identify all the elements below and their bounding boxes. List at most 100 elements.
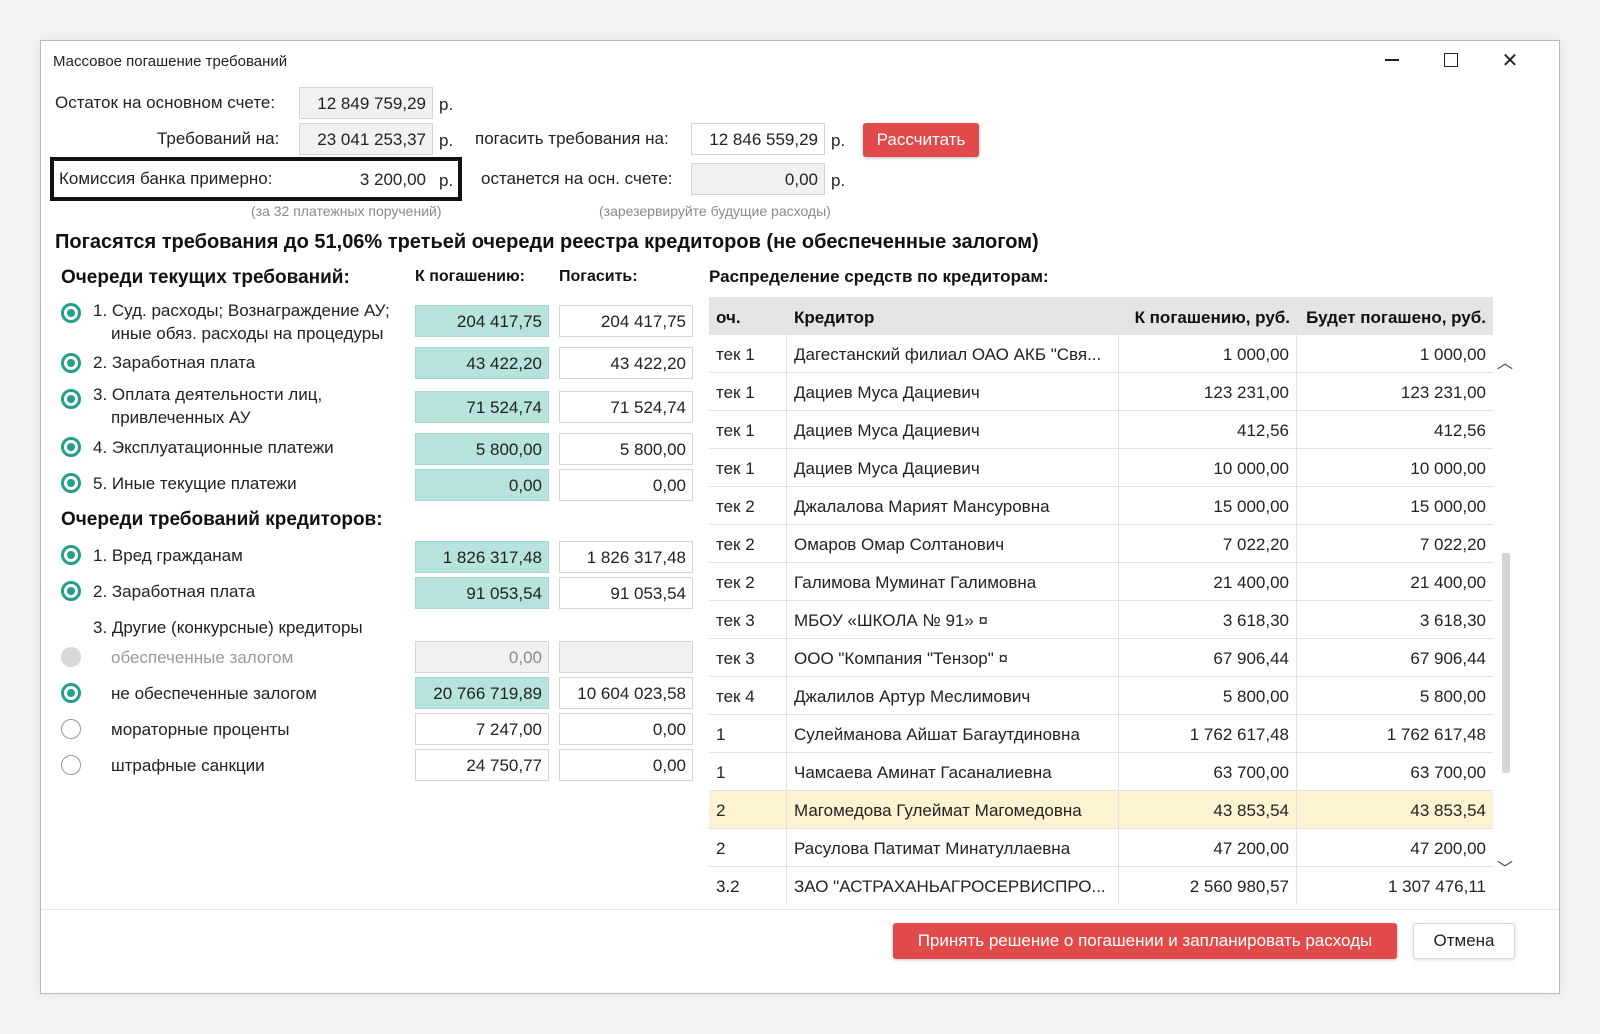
cell-queue: тек 1 xyxy=(709,373,787,410)
table-scrollbar[interactable]: ︿ ﹀ xyxy=(1493,335,1517,903)
col-header-due[interactable]: К погашению, руб. xyxy=(1119,297,1297,335)
commission-field[interactable]: 3 200,00 xyxy=(299,163,433,195)
pay-current-2[interactable]: 43 422,20 xyxy=(559,347,693,379)
queue-label-unsecured: не обеспеченные залогом xyxy=(111,684,317,703)
cell-queue: тек 2 xyxy=(709,487,787,524)
table-row[interactable]: тек 3 МБОУ «ШКОЛА № 91» ¤ 3 618,30 3 618,30 xyxy=(709,601,1493,639)
table-row[interactable]: 2 Магомедова Гулеймат Магомедовна 43 853,5… xyxy=(709,791,1493,829)
cell-creditor: Дациев Муса Дациевич xyxy=(787,449,1119,486)
due-penalties: 24 750,77 xyxy=(415,749,549,781)
due-creditor-2: 91 053,54 xyxy=(415,577,549,609)
queue-radio-current-5[interactable] xyxy=(61,473,81,493)
cell-due: 2 560 980,57 xyxy=(1119,867,1297,903)
pay-penalties[interactable]: 0,00 xyxy=(559,749,693,781)
due-current-4: 5 800,00 xyxy=(415,433,549,465)
cell-due: 123 231,00 xyxy=(1119,373,1297,410)
table-row[interactable]: тек 2 Омаров Омар Солтанович 7 022,20 7 022… xyxy=(709,525,1493,563)
calculate-button[interactable]: Рассчитать xyxy=(863,123,979,157)
queue-radio-creditor-2[interactable] xyxy=(61,581,81,601)
cell-due: 63 700,00 xyxy=(1119,753,1297,790)
col-header-paid[interactable]: Будет погашено, руб. xyxy=(1297,297,1493,335)
cell-paid: 1 762 617,48 xyxy=(1386,725,1486,744)
pay-current-5[interactable]: 0,00 xyxy=(559,469,693,501)
queue-label-current-1a: 1. Суд. расходы; Вознаграждение АУ; xyxy=(93,301,390,320)
queue-radio-current-3[interactable] xyxy=(61,389,81,409)
table-row[interactable]: 2 Расулова Патимат Минатуллаевна 47 200,00… xyxy=(709,829,1493,867)
cell-creditor: Омаров Омар Солтанович xyxy=(787,525,1119,562)
queue-radio-penalties[interactable] xyxy=(61,755,81,775)
maximize-icon xyxy=(1444,53,1458,67)
pay-moratorium[interactable]: 0,00 xyxy=(559,713,693,745)
table-row[interactable]: 3.2 ЗАО "АСТРАХАНЬАГРОСЕРВИСПРО... 2 560 9… xyxy=(709,867,1493,903)
scroll-up-icon[interactable]: ︿ xyxy=(1497,349,1513,373)
cancel-button[interactable]: Отмена xyxy=(1413,923,1515,959)
table-row[interactable]: тек 2 Галимова Муминат Галимовна 21 400,00… xyxy=(709,563,1493,601)
due-current-5: 0,00 xyxy=(415,469,549,501)
cell-creditor: Сулейманова Айшат Багаутдиновна xyxy=(787,715,1119,752)
table-row[interactable]: тек 4 Джалилов Артур Меслимович 5 800,00 5 … xyxy=(709,677,1493,715)
scroll-down-icon[interactable]: ﹀ xyxy=(1497,855,1513,879)
cell-creditor: ООО "Компания "Тензор" ¤ xyxy=(787,639,1119,676)
pay-current-4[interactable]: 5 800,00 xyxy=(559,433,693,465)
accept-decision-button[interactable]: Принять решение о погашении и запланиров… xyxy=(893,923,1397,959)
cell-creditor: Магомедова Гулеймат Магомедовна xyxy=(787,791,1119,828)
cell-queue: тек 1 xyxy=(709,411,787,448)
balance-label: Остаток на основном счете: xyxy=(55,93,276,112)
queue-radio-creditor-1[interactable] xyxy=(61,545,81,565)
queue-radio-unsecured[interactable] xyxy=(61,683,81,703)
remain-label: останется на осн. счете: xyxy=(481,169,673,188)
cell-creditor: Чамсаева Аминат Гасаналиевна xyxy=(787,753,1119,790)
window-title: Массовое погашение требований xyxy=(53,53,288,70)
queue-radio-current-2[interactable] xyxy=(61,353,81,373)
cell-queue: тек 4 xyxy=(709,677,787,714)
queue-radio-moratorium[interactable] xyxy=(61,719,81,739)
minimize-button[interactable] xyxy=(1363,41,1421,79)
col-header-creditor[interactable]: Кредитор xyxy=(787,297,1119,335)
cell-creditor: Дагестанский филиал ОАО АКБ "Свя... xyxy=(787,335,1119,372)
table-row[interactable]: тек 3 ООО "Компания "Тензор" ¤ 67 906,44 67… xyxy=(709,639,1493,677)
maximize-button[interactable] xyxy=(1422,41,1480,79)
queue-radio-secured xyxy=(61,647,81,667)
queue-radio-current-4[interactable] xyxy=(61,437,81,457)
distribution-table: оч. Кредитор К погашению, руб. Будет пог… xyxy=(709,297,1517,903)
claims-label: Требований на: xyxy=(157,129,280,148)
pay-field[interactable]: 12 846 559,29 xyxy=(691,123,825,155)
cell-paid: 10 000,00 xyxy=(1410,459,1486,478)
cell-due: 10 000,00 xyxy=(1119,449,1297,486)
cell-queue: тек 2 xyxy=(709,525,787,562)
cell-queue: 1 xyxy=(709,753,787,790)
queue-radio-current-1[interactable] xyxy=(61,303,81,323)
cell-due: 412,56 xyxy=(1119,411,1297,448)
pay-secured xyxy=(559,641,693,673)
table-row[interactable]: тек 1 Дациев Муса Дациевич 123 231,00 123 2… xyxy=(709,373,1493,411)
table-row[interactable]: тек 2 Джалалова Марият Мансуровна 15 000,0… xyxy=(709,487,1493,525)
cell-paid: 412,56 xyxy=(1434,421,1486,440)
table-row[interactable]: 1 Чамсаева Аминат Гасаналиевна 63 700,00 63… xyxy=(709,753,1493,791)
due-current-1: 204 417,75 xyxy=(415,305,549,337)
col-header-queue[interactable]: оч. xyxy=(709,297,787,335)
table-row[interactable]: тек 1 Дагестанский филиал ОАО АКБ "Свя...… xyxy=(709,335,1493,373)
queue-label-moratorium: мораторные проценты xyxy=(111,720,290,739)
pay-current-1[interactable]: 204 417,75 xyxy=(559,305,693,337)
cell-due: 47 200,00 xyxy=(1119,829,1297,866)
pay-creditor-2[interactable]: 91 053,54 xyxy=(559,577,693,609)
cell-due: 1 000,00 xyxy=(1119,335,1297,372)
pay-currency: р. xyxy=(831,131,846,150)
cell-due: 5 800,00 xyxy=(1119,677,1297,714)
table-row[interactable]: тек 1 Дациев Муса Дациевич 10 000,00 10 000… xyxy=(709,449,1493,487)
table-row[interactable]: 1 Сулейманова Айшат Багаутдиновна 1 762 61… xyxy=(709,715,1493,753)
scroll-thumb[interactable] xyxy=(1502,553,1510,773)
cell-paid: 67 906,44 xyxy=(1410,649,1486,668)
table-body: тек 1 Дагестанский филиал ОАО АКБ "Свя...… xyxy=(709,335,1493,903)
cell-creditor: Дациев Муса Дациевич xyxy=(787,411,1119,448)
close-button[interactable]: ✕ xyxy=(1481,41,1539,79)
table-row[interactable]: тек 1 Дациев Муса Дациевич 412,56 412,56 xyxy=(709,411,1493,449)
remain-field: 0,00 xyxy=(691,163,825,195)
due-creditor-1: 1 826 317,48 xyxy=(415,541,549,573)
pay-creditor-1[interactable]: 1 826 317,48 xyxy=(559,541,693,573)
col-due-header: К погашению: xyxy=(415,268,525,285)
pay-unsecured[interactable]: 10 604 023,58 xyxy=(559,677,693,709)
cell-queue: тек 1 xyxy=(709,449,787,486)
pay-current-3[interactable]: 71 524,74 xyxy=(559,391,693,423)
cell-paid: 15 000,00 xyxy=(1410,497,1486,516)
